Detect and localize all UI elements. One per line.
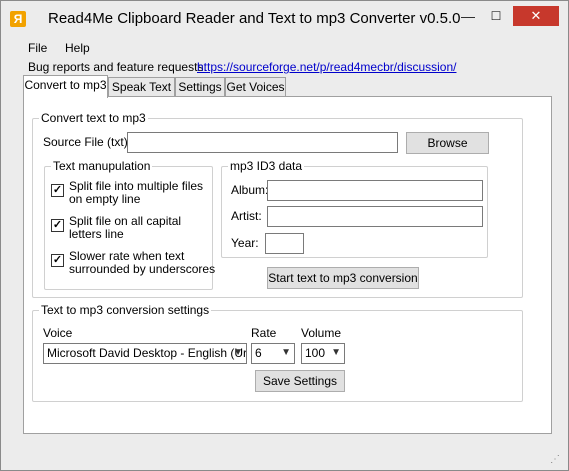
tab-panel: Convert text to mp3 Source File (txt) Br… xyxy=(23,96,552,434)
minimize-button[interactable]: — xyxy=(455,6,481,26)
status-bar: ⋰ xyxy=(2,441,567,469)
maximize-button[interactable]: ☐ xyxy=(483,6,509,26)
slower-rate-checkbox[interactable]: ✓ xyxy=(51,254,64,267)
discussion-link[interactable]: https://sourceforge.net/p/read4mecbr/dis… xyxy=(197,60,456,74)
main-window: Я Read4Me Clipboard Reader and Text to m… xyxy=(0,0,569,471)
start-conversion-button[interactable]: Start text to mp3 conversion xyxy=(267,267,419,289)
menu-bar: File Help xyxy=(2,38,567,58)
close-button[interactable]: ✕ xyxy=(513,6,559,26)
artist-label: Artist: xyxy=(231,209,262,223)
title-bar[interactable]: Я Read4Me Clipboard Reader and Text to m… xyxy=(1,1,568,35)
chevron-down-icon: ▼ xyxy=(233,347,243,358)
chevron-down-icon: ▼ xyxy=(281,347,291,358)
rate-select-value: 6 xyxy=(255,346,262,360)
bug-report-label: Bug reports and feature requests: xyxy=(28,60,207,74)
text-manipulation-group: Text manupulation ✓ Split file into mult… xyxy=(44,159,215,290)
id3-group: mp3 ID3 data Album: Artist: Year: xyxy=(221,159,488,258)
year-input[interactable] xyxy=(265,233,304,254)
artist-input[interactable] xyxy=(267,206,483,227)
menu-file[interactable]: File xyxy=(28,41,47,55)
album-label: Album: xyxy=(231,183,269,197)
split-capital-line-checkbox[interactable]: ✓ xyxy=(51,219,64,232)
rate-label: Rate xyxy=(251,326,277,340)
app-icon: Я xyxy=(10,11,26,27)
voice-select-value: Microsoft David Desktop - English (Ur xyxy=(47,346,247,360)
split-capital-line-label: Split file on all capital letters line xyxy=(69,214,182,241)
rate-select[interactable]: 6 ▼ xyxy=(251,343,295,364)
conversion-settings-title: Text to mp3 conversion settings xyxy=(39,303,212,317)
resize-grip-icon[interactable]: ⋰ xyxy=(550,454,560,465)
save-settings-button[interactable]: Save Settings xyxy=(255,370,345,392)
volume-select[interactable]: 100 ▼ xyxy=(301,343,345,364)
volume-select-value: 100 xyxy=(305,346,326,360)
volume-label: Volume xyxy=(301,326,342,340)
text-manipulation-title: Text manupulation xyxy=(51,159,153,173)
browse-button[interactable]: Browse xyxy=(406,132,489,154)
voice-label: Voice xyxy=(43,326,73,340)
split-empty-line-label: Split file into multiple files on empty … xyxy=(69,179,204,206)
chevron-down-icon: ▼ xyxy=(331,347,341,358)
window-title: Read4Me Clipboard Reader and Text to mp3… xyxy=(48,10,461,27)
id3-group-title: mp3 ID3 data xyxy=(228,159,305,173)
tab-speak-text[interactable]: Speak Text xyxy=(108,77,175,97)
year-label: Year: xyxy=(231,236,259,250)
album-input[interactable] xyxy=(267,180,483,201)
source-file-input[interactable] xyxy=(127,132,398,153)
conversion-settings-group: Text to mp3 conversion settings Voice Mi… xyxy=(32,303,523,402)
menu-help[interactable]: Help xyxy=(65,41,90,55)
slower-rate-label: Slower rate when text surrounded by unde… xyxy=(69,249,216,276)
tab-settings[interactable]: Settings xyxy=(175,77,225,97)
convert-group-title: Convert text to mp3 xyxy=(39,111,148,125)
tab-get-voices[interactable]: Get Voices xyxy=(225,77,286,97)
split-empty-line-checkbox[interactable]: ✓ xyxy=(51,184,64,197)
voice-select[interactable]: Microsoft David Desktop - English (Ur ▼ xyxy=(43,343,247,364)
convert-group: Convert text to mp3 Source File (txt) Br… xyxy=(32,111,523,298)
source-file-label: Source File (txt) xyxy=(43,135,128,149)
tab-convert-to-mp3[interactable]: Convert to mp3 xyxy=(23,75,108,98)
